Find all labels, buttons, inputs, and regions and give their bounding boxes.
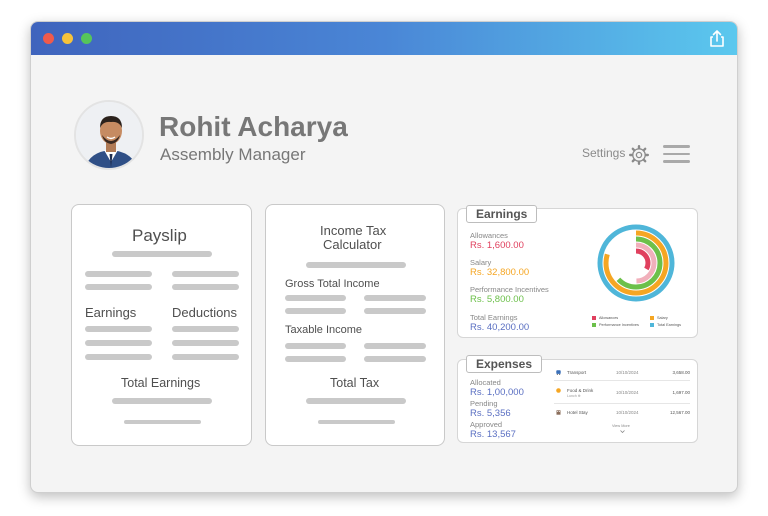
avatar — [74, 100, 144, 170]
profile-name: Rohit Acharya — [159, 111, 348, 142]
placeholder-bar — [306, 398, 406, 404]
expense-date: 10/10/2024 — [616, 390, 639, 395]
row-divider — [554, 403, 690, 404]
placeholder-bar — [85, 326, 152, 332]
placeholder-bar — [318, 420, 395, 424]
placeholder-bar — [306, 262, 406, 268]
radial-ring-inner — [621, 248, 651, 278]
legend-swatch — [650, 323, 654, 327]
payslip-title: Payslip — [132, 226, 187, 245]
legend-item-allowances: Allowances — [592, 316, 618, 320]
food-icon — [556, 388, 561, 393]
placeholder-bar — [112, 398, 212, 404]
tax-title-line2: Calculator — [323, 237, 382, 252]
legend-swatch — [592, 323, 596, 327]
expenses-panel-title: Expenses — [466, 355, 543, 373]
expense-subtitle: Lunch ⊕ — [567, 394, 581, 398]
legend-label: Total Earnings — [657, 323, 682, 327]
expense-title: Transport — [567, 370, 587, 375]
app-window: Rohit Acharya Assembly Manager Settings … — [30, 21, 738, 493]
earnings-panel-title: Earnings — [466, 205, 538, 223]
placeholder-bar — [364, 295, 426, 301]
placeholder-bar — [172, 284, 239, 290]
close-window-button[interactable] — [43, 33, 54, 44]
profile-role: Assembly Manager — [160, 145, 306, 164]
placeholder-bar — [285, 356, 346, 362]
radial-ring-salary — [603, 230, 669, 296]
placeholder-bar — [285, 295, 346, 301]
title-bar — [31, 22, 737, 55]
expense-date: 10/10/2024 — [616, 410, 639, 415]
maximize-window-button[interactable] — [81, 33, 92, 44]
expense-date: 10/10/2024 — [616, 370, 639, 375]
placeholder-bar — [85, 340, 152, 346]
transport-icon — [556, 370, 561, 375]
placeholder-bar — [364, 308, 426, 314]
gross-total-income-label: Gross Total Income — [285, 278, 380, 290]
total-earnings-label: Total Earnings — [121, 376, 201, 390]
placeholder-bar — [364, 356, 426, 362]
placeholder-bar — [172, 354, 239, 360]
person-avatar-icon — [76, 102, 142, 168]
legend-label: Allowances — [599, 316, 619, 320]
legend-label: Performance Incentives — [599, 323, 639, 327]
placeholder-bar — [124, 420, 201, 424]
placeholder-bar — [85, 284, 152, 290]
allocated-value: Rs. 1,00,000 — [470, 387, 524, 398]
approved-label: Approved — [470, 420, 503, 429]
taxable-income-label: Taxable Income — [285, 324, 363, 336]
placeholder-bar — [285, 343, 346, 349]
legend-label: Salary — [657, 316, 668, 320]
earnings-item-label: Total Earnings — [470, 313, 518, 322]
legend-swatch — [650, 316, 654, 320]
placeholder-bar — [85, 354, 152, 360]
expense-row[interactable]: Food & Drink Lunch ⊕ 10/10/2024 1,697.00 — [554, 385, 694, 409]
deductions-label: Deductions — [172, 305, 238, 320]
placeholder-bar — [172, 326, 239, 332]
row-divider — [554, 380, 690, 381]
gear-icon[interactable] — [629, 145, 649, 165]
earnings-radial-chart — [597, 224, 675, 302]
share-icon[interactable] — [707, 29, 727, 49]
placeholder-bar — [364, 343, 426, 349]
legend-item-performance-incentives: Performance Incentives — [592, 323, 639, 327]
earnings-item-value: Rs. 1,600.00 — [470, 240, 524, 251]
total-tax-label: Total Tax — [330, 376, 380, 390]
placeholder-bar — [172, 340, 239, 346]
allocated-label: Allocated — [470, 378, 501, 387]
earnings-item-value: Rs. 32,800.00 — [470, 267, 530, 278]
earnings-item-value: Rs. 40,200.00 — [470, 322, 530, 333]
expense-title: Food & Drink — [567, 388, 594, 393]
pending-label: Pending — [470, 399, 498, 408]
legend-item-salary: Salary — [650, 316, 668, 320]
placeholder-bar — [112, 251, 212, 257]
tax-title-line1: Income Tax — [320, 223, 387, 238]
payslip-card[interactable]: Payslip Earnings Deductions Total Earnin… — [71, 204, 252, 446]
placeholder-bar — [172, 271, 239, 277]
earnings-panel[interactable]: Earnings Allowances Rs. 1,600.00 Salary … — [457, 205, 698, 338]
earnings-item-label: Salary — [470, 258, 492, 267]
approved-value: Rs. 13,567 — [470, 429, 516, 440]
placeholder-bar — [285, 308, 346, 314]
expense-amount: 1,697.00 — [672, 390, 690, 395]
expense-title: Hotel Stay — [567, 410, 588, 415]
earnings-item-label: Allowances — [470, 231, 508, 240]
minimize-window-button[interactable] — [62, 33, 73, 44]
earnings-label: Earnings — [85, 305, 137, 320]
earnings-item-label: Performance Incentives — [470, 285, 549, 294]
placeholder-bar — [85, 271, 152, 277]
hamburger-menu-icon[interactable] — [663, 145, 690, 165]
legend-swatch — [592, 316, 596, 320]
expense-amount: 3,658.00 — [672, 370, 690, 375]
income-tax-calculator-card[interactable]: Income Tax Calculator Gross Total Income… — [265, 204, 445, 446]
settings-link[interactable]: Settings — [582, 146, 625, 160]
legend-item-total-earnings: Total Earnings — [650, 323, 681, 327]
pending-value: Rs. 5,356 — [470, 408, 511, 419]
chevron-down-icon[interactable] — [620, 430, 625, 433]
hotel-icon — [556, 410, 561, 415]
expenses-panel[interactable]: Expenses Allocated Rs. 1,00,000 Pending … — [457, 355, 698, 443]
expense-amount: 12,567.00 — [669, 410, 690, 415]
view-more-link[interactable]: View More — [612, 424, 630, 428]
earnings-item-value: Rs. 5,800.00 — [470, 294, 524, 305]
